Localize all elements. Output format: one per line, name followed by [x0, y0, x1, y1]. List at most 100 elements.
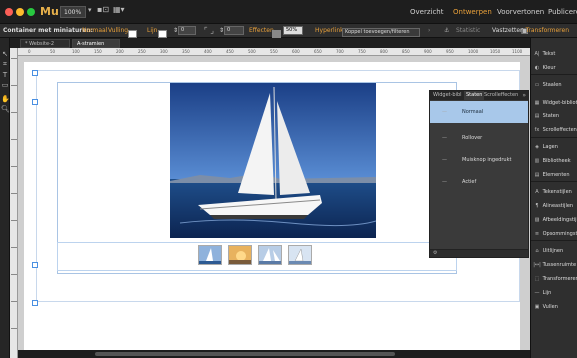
panel-footer: ⚙	[430, 249, 528, 257]
dock-label: Tekst	[541, 51, 556, 57]
thumbnails-frame[interactable]	[57, 242, 457, 271]
dock-item-lagen[interactable]: ◈ Lagen	[533, 141, 577, 154]
dock-icon: ▨	[534, 217, 540, 223]
pin-label[interactable]: Vastzetten	[492, 24, 524, 38]
opacity-input[interactable]: 50%	[283, 24, 303, 38]
dock-item-tekst[interactable]: A| Tekst	[533, 48, 577, 61]
state-row-muisknop[interactable]: — Muisknop ingedrukt	[430, 149, 528, 171]
statistic-label[interactable]: Statistic	[456, 24, 480, 38]
dock-icon: ▣	[534, 304, 540, 310]
zoom-tool-icon[interactable]: 🔍︎	[1, 105, 10, 113]
crop-tool-icon[interactable]: ⌗	[1, 60, 9, 68]
dock-icon: —	[534, 290, 540, 296]
maximize-window-button[interactable]	[27, 8, 35, 16]
dock-label: Lagen	[541, 144, 558, 150]
dock-icon: ¶	[535, 203, 539, 209]
fill-label[interactable]: Vulling	[108, 24, 128, 38]
ruler-tick-mark	[11, 220, 17, 221]
dock-item-widget-bibliotheek[interactable]: ▦ Widget-bibliotheek	[533, 97, 577, 110]
panel-tabs: Widget-bibl Staten Scrolleffecten »	[430, 91, 528, 100]
chevron-down-icon[interactable]: ▾	[88, 6, 92, 14]
tab-website-2[interactable]: * Website-2	[20, 39, 70, 48]
tab-voorvertonen[interactable]: Voorvertonen	[497, 6, 544, 18]
view-options-icon[interactable]: ▦▾	[113, 5, 125, 14]
rectangle-tool-icon[interactable]: ▭	[1, 81, 9, 89]
resize-handle[interactable]	[32, 99, 38, 105]
ruler-tick-mark	[11, 139, 17, 140]
dock-item-lijn[interactable]: — Lijn	[533, 287, 577, 300]
fit-view-icon[interactable]: ▪⊡	[97, 5, 109, 14]
ruler-tick: 200	[116, 49, 124, 54]
tab-ontwerpen[interactable]: Ontwerpen	[453, 6, 492, 18]
dock-label: Scrolleffecten	[541, 127, 577, 133]
thumbnail-2[interactable]	[228, 245, 252, 265]
dock-item-vullen[interactable]: ▣ Vullen	[533, 301, 577, 314]
tab-a-stramien[interactable]: A-stramien	[72, 39, 120, 48]
effects-label[interactable]: Effecten	[249, 24, 274, 38]
dock-item-bibliotheek[interactable]: ▥ Bibliotheek	[533, 155, 577, 168]
dock-item-alineastijlen[interactable]: ¶ Alineastijlen	[533, 200, 577, 213]
close-window-button[interactable]	[5, 8, 13, 16]
transform-button[interactable]: Transformeren	[526, 24, 569, 38]
thumbnail-3[interactable]	[258, 245, 282, 265]
minimize-window-button[interactable]	[16, 8, 24, 16]
dock-icon: ▤	[534, 113, 540, 119]
tab-scrolleffecten[interactable]: Scrolleffecten	[482, 91, 520, 100]
ruler-tick: 550	[270, 49, 278, 54]
dock-label: Alineastijlen	[541, 203, 574, 209]
scrollbar-thumb[interactable]	[95, 352, 395, 356]
ruler-tick: 850	[402, 49, 410, 54]
hand-tool-icon[interactable]: ✋	[1, 95, 10, 103]
text-tool-icon[interactable]: T	[1, 71, 9, 79]
dock-item-transformeren[interactable]: ⬚ Transformeren	[533, 273, 577, 286]
dock-item-afbeeldingstijlen[interactable]: ▨ Afbeeldingstijlen	[533, 214, 577, 227]
ruler-tick-mark	[11, 112, 17, 113]
ruler-tick: 650	[314, 49, 322, 54]
corner-radius-input[interactable]: ⇕ 0	[219, 24, 245, 38]
dock-item-tussenruimte[interactable]: |↔| Tussenruimte	[533, 259, 577, 272]
ruler-tick-mark	[11, 274, 17, 275]
dock-label: Vullen	[541, 304, 558, 310]
ruler-tick: 250	[138, 49, 146, 54]
ruler-tick: 1050	[490, 49, 501, 54]
dock-item-staalen[interactable]: ▭ Staalen	[533, 79, 577, 92]
state-row-actief[interactable]: — Actief	[430, 171, 528, 193]
anchor-icon[interactable]: ⚓	[444, 24, 449, 38]
state-row-rollover[interactable]: — Rollover	[430, 127, 528, 149]
tab-widget-bibliotheek[interactable]: Widget-bibl	[431, 91, 464, 100]
ruler-tick: 100	[72, 49, 80, 54]
tab-publiceren[interactable]: Publiceren	[548, 6, 577, 18]
ruler-tick: 750	[358, 49, 366, 54]
stroke-label[interactable]: Lijn	[147, 24, 157, 38]
document-tabs: * Website-2 A-stramien	[10, 38, 530, 48]
ruler-tick: 0	[28, 49, 31, 54]
resize-handle[interactable]	[32, 300, 38, 306]
dock-icon: ▥	[534, 158, 540, 164]
dock-item-tekenstijlen[interactable]: A Tekenstijlen	[533, 186, 577, 199]
dock-item-scrolleffecten[interactable]: fx Scrolleffecten	[533, 124, 577, 137]
selection-tool-icon[interactable]: ↖	[1, 50, 9, 58]
state-row-normaal[interactable]: — Normaal	[430, 101, 528, 123]
stroke-width-input[interactable]: ⇕ 0	[173, 24, 197, 38]
ruler-tick: 900	[424, 49, 432, 54]
dock-icon: A	[535, 189, 539, 195]
thumbnail-1[interactable]	[198, 245, 222, 265]
dock-separator	[531, 181, 577, 182]
ruler-tick-mark	[11, 166, 17, 167]
ruler-tick-mark	[11, 328, 17, 329]
arrow-icon[interactable]: ›	[428, 24, 430, 38]
panel-menu-icon[interactable]: »	[522, 91, 526, 100]
tab-overzicht[interactable]: Overzicht	[410, 6, 444, 18]
dock-item-uitlijnen[interactable]: ⌂ Uitlijnen	[533, 245, 577, 258]
state-select[interactable]: Normaal	[82, 24, 107, 38]
dock-icon: ⬚	[534, 276, 540, 282]
panel-options-icon[interactable]: ⚙	[433, 250, 437, 256]
slideshow-main-image[interactable]	[170, 83, 376, 238]
container-label: Container met miniaturen:	[3, 27, 93, 34]
resize-handle[interactable]	[32, 262, 38, 268]
zoom-select[interactable]: 100%	[60, 6, 86, 18]
right-panel-dock: A| Tekst◐ Kleur▭ Staalen▦ Widget-bibliot…	[530, 38, 577, 358]
dock-item-staten[interactable]: ▤ Staten	[533, 110, 577, 123]
resize-handle[interactable]	[32, 70, 38, 76]
thumbnail-4[interactable]	[288, 245, 312, 265]
